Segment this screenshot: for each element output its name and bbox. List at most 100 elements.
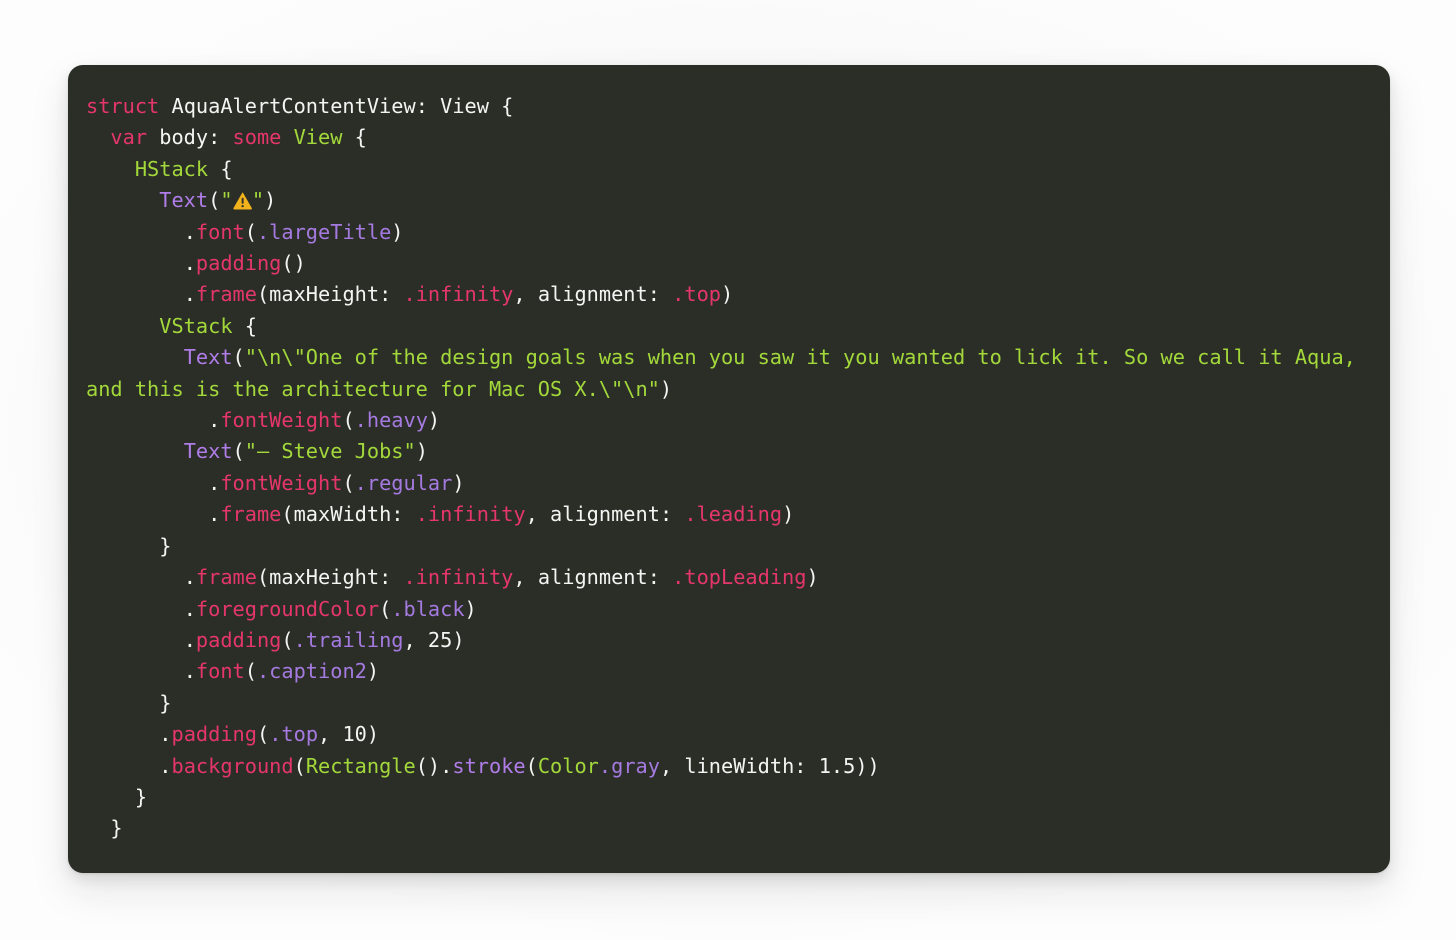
code-token-type: View <box>293 125 343 150</box>
code-line: HStack { <box>86 157 233 181</box>
code-token-plain: ( <box>256 722 270 747</box>
code-token-plain: . <box>159 753 172 778</box>
code-token-plain: , 10) <box>318 722 380 747</box>
code-block[interactable]: struct AquaAlertContentView: View { var … <box>86 91 1374 845</box>
code-token-plain: (maxWidth: <box>281 502 416 527</box>
code-token-plain: ( <box>379 596 392 621</box>
code-line: } <box>86 816 123 841</box>
code-token-enum: .leading <box>684 502 783 527</box>
code-line: } <box>86 785 147 809</box>
code-token-plain: ) <box>806 565 819 590</box>
code-token-type: Rectangle <box>305 753 416 778</box>
code-token-func: frame <box>220 502 282 527</box>
code-line: .frame(maxHeight: .infinity, alignment: … <box>86 282 734 307</box>
code-token-plain: ( <box>232 345 245 370</box>
code-token-func: background <box>171 753 294 778</box>
code-token-enum: .infinity <box>415 502 526 527</box>
code-line: struct AquaAlertContentView: View { <box>86 94 513 118</box>
code-token-func: frame <box>195 282 257 307</box>
code-token-plain: (maxHeight: <box>256 565 404 590</box>
code-line: .padding(.trailing, 25) <box>86 628 465 652</box>
code-line: .foregroundColor(.black) <box>86 597 477 621</box>
code-token-plain: . <box>183 251 196 276</box>
code-token-member: .top <box>269 722 319 747</box>
code-token-plain: . <box>183 659 196 684</box>
code-token-enum: .top <box>672 282 721 307</box>
code-token-plain: , alignment: <box>513 282 673 307</box>
code-line: .font(.largeTitle) <box>86 220 404 244</box>
code-token-plain: } <box>159 533 172 558</box>
code-token-plain: ( <box>244 219 257 244</box>
code-line: var body: some View { <box>86 125 366 150</box>
code-line: .font(.caption2) <box>86 659 379 683</box>
code-token-func: fontWeight <box>220 408 343 433</box>
code-token-plain: . <box>208 502 221 527</box>
code-token-plain: ( <box>342 408 355 433</box>
code-token-call: Text <box>183 439 233 464</box>
code-token-plain: ( <box>525 753 538 778</box>
code-token-plain: ) <box>366 659 380 684</box>
code-token-plain: } <box>159 690 172 715</box>
code-token-func: frame <box>195 565 257 590</box>
code-token-plain: ) <box>452 470 465 495</box>
code-token-func: padding <box>195 251 282 276</box>
code-token-member: .largeTitle <box>256 219 392 244</box>
code-line: .frame(maxHeight: .infinity, alignment: … <box>86 565 819 589</box>
code-token-member: .trailing <box>293 627 404 652</box>
code-line: .padding() <box>86 251 306 275</box>
code-token-string: "– Steve Jobs" <box>244 439 416 464</box>
code-token-plain: ( <box>293 753 306 778</box>
code-line: .padding(.top, 10) <box>86 722 379 746</box>
code-token-plain: ) <box>659 376 673 401</box>
code-token-member: .black <box>391 596 465 621</box>
code-token-member: .regular <box>354 470 453 495</box>
code-token-plain: } <box>110 816 123 841</box>
code-line: .background(Rectangle().stroke(Color.gra… <box>86 754 880 778</box>
code-token-func: padding <box>195 627 282 652</box>
code-token-plain: . <box>183 627 196 652</box>
code-token-func: padding <box>171 722 257 747</box>
code-token-plain: , 25) <box>403 627 465 652</box>
code-token-enum: .topLeading <box>672 565 807 590</box>
code-token-plain: ) <box>391 219 404 244</box>
code-token-plain: . <box>208 470 221 495</box>
code-line: Text(" ") <box>86 188 276 212</box>
code-token-plain: (). <box>415 753 453 778</box>
code-token-plain: , alignment: <box>525 502 685 527</box>
code-token-string: " <box>220 188 233 213</box>
code-line: Text("\n\"One of the design goals was wh… <box>86 345 1368 400</box>
code-token-plain: ) <box>782 502 795 527</box>
code-line: Text("– Steve Jobs") <box>86 439 428 463</box>
code-token-plain: } <box>134 784 148 809</box>
code-token-plain: . <box>208 408 221 433</box>
code-token-call: Text <box>159 188 209 213</box>
code-line: } <box>86 534 171 558</box>
code-token-plain: . <box>183 282 196 307</box>
code-token-type: Color <box>537 753 599 778</box>
code-line: } <box>86 691 171 715</box>
code-token-keyword: some <box>232 125 294 150</box>
code-token-member: .caption2 <box>256 659 367 684</box>
code-token-plain: ) <box>264 188 277 213</box>
code-token-plain: . <box>183 219 196 244</box>
code-token-plain: . <box>183 596 196 621</box>
code-token-plain: , alignment: <box>513 565 673 590</box>
code-token-func: font <box>195 659 245 684</box>
code-token-plain: () <box>281 251 306 276</box>
code-token-enum: .infinity <box>403 282 514 307</box>
code-token-type: HStack <box>134 156 209 181</box>
